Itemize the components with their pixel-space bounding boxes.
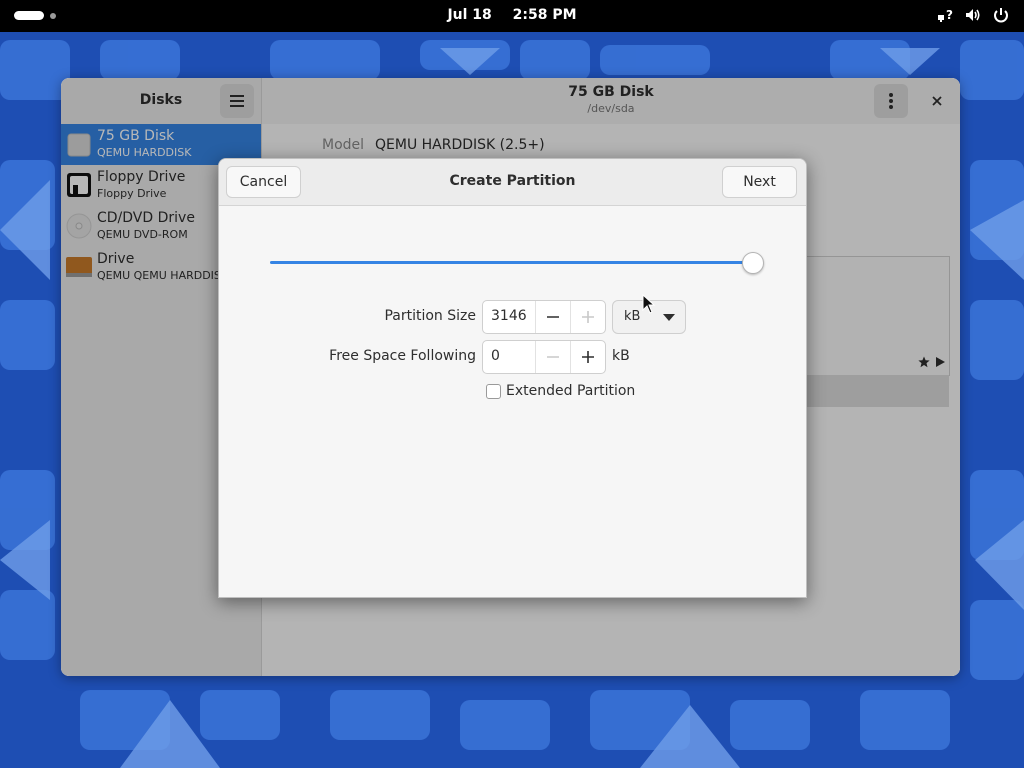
free-space-spinbutton[interactable]: 0: [482, 340, 606, 374]
dialog-title: Create Partition: [449, 173, 576, 189]
partition-size-spinbutton[interactable]: 3146: [482, 300, 606, 334]
power-icon: [994, 8, 1008, 23]
svg-text:?: ?: [946, 8, 953, 22]
free-space-label: Free Space Following: [329, 348, 476, 364]
partition-size-label: Partition Size: [384, 308, 476, 324]
next-button[interactable]: Next: [722, 166, 797, 198]
free-space-increment-button[interactable]: [570, 341, 605, 373]
extended-partition-label[interactable]: Extended Partition: [506, 383, 635, 399]
free-space-unit: kB: [612, 348, 630, 364]
top-bar: Jul 18 2:58 PM ?: [0, 0, 1024, 32]
size-unit-value: kB: [624, 309, 641, 324]
extended-partition-checkbox[interactable]: [486, 384, 501, 399]
partition-size-decrement-button[interactable]: [535, 301, 570, 333]
clock-time: 2:58 PM: [512, 7, 577, 23]
clock-date: Jul 18: [447, 7, 492, 23]
minus-icon: [547, 356, 559, 358]
system-tray[interactable]: ?: [936, 6, 1010, 24]
plus-icon: [582, 351, 594, 363]
partition-size-increment-button[interactable]: [570, 301, 605, 333]
dialog-header: Cancel Create Partition Next: [219, 159, 806, 206]
plus-icon: [582, 311, 594, 323]
dropdown-arrow-icon: [663, 314, 675, 321]
mouse-pointer-icon: [642, 294, 656, 314]
volume-icon: [966, 9, 980, 21]
free-space-decrement-button[interactable]: [535, 341, 570, 373]
network-unknown-icon: ?: [938, 8, 953, 22]
clock[interactable]: Jul 18 2:58 PM: [0, 7, 1024, 23]
minus-icon: [547, 316, 559, 318]
slider-handle[interactable]: [742, 252, 764, 274]
free-space-value[interactable]: 0: [491, 348, 500, 364]
partition-size-slider[interactable]: [270, 261, 753, 264]
partition-size-value[interactable]: 3146: [491, 308, 527, 324]
create-partition-dialog: Cancel Create Partition Next Partition S…: [218, 158, 807, 598]
